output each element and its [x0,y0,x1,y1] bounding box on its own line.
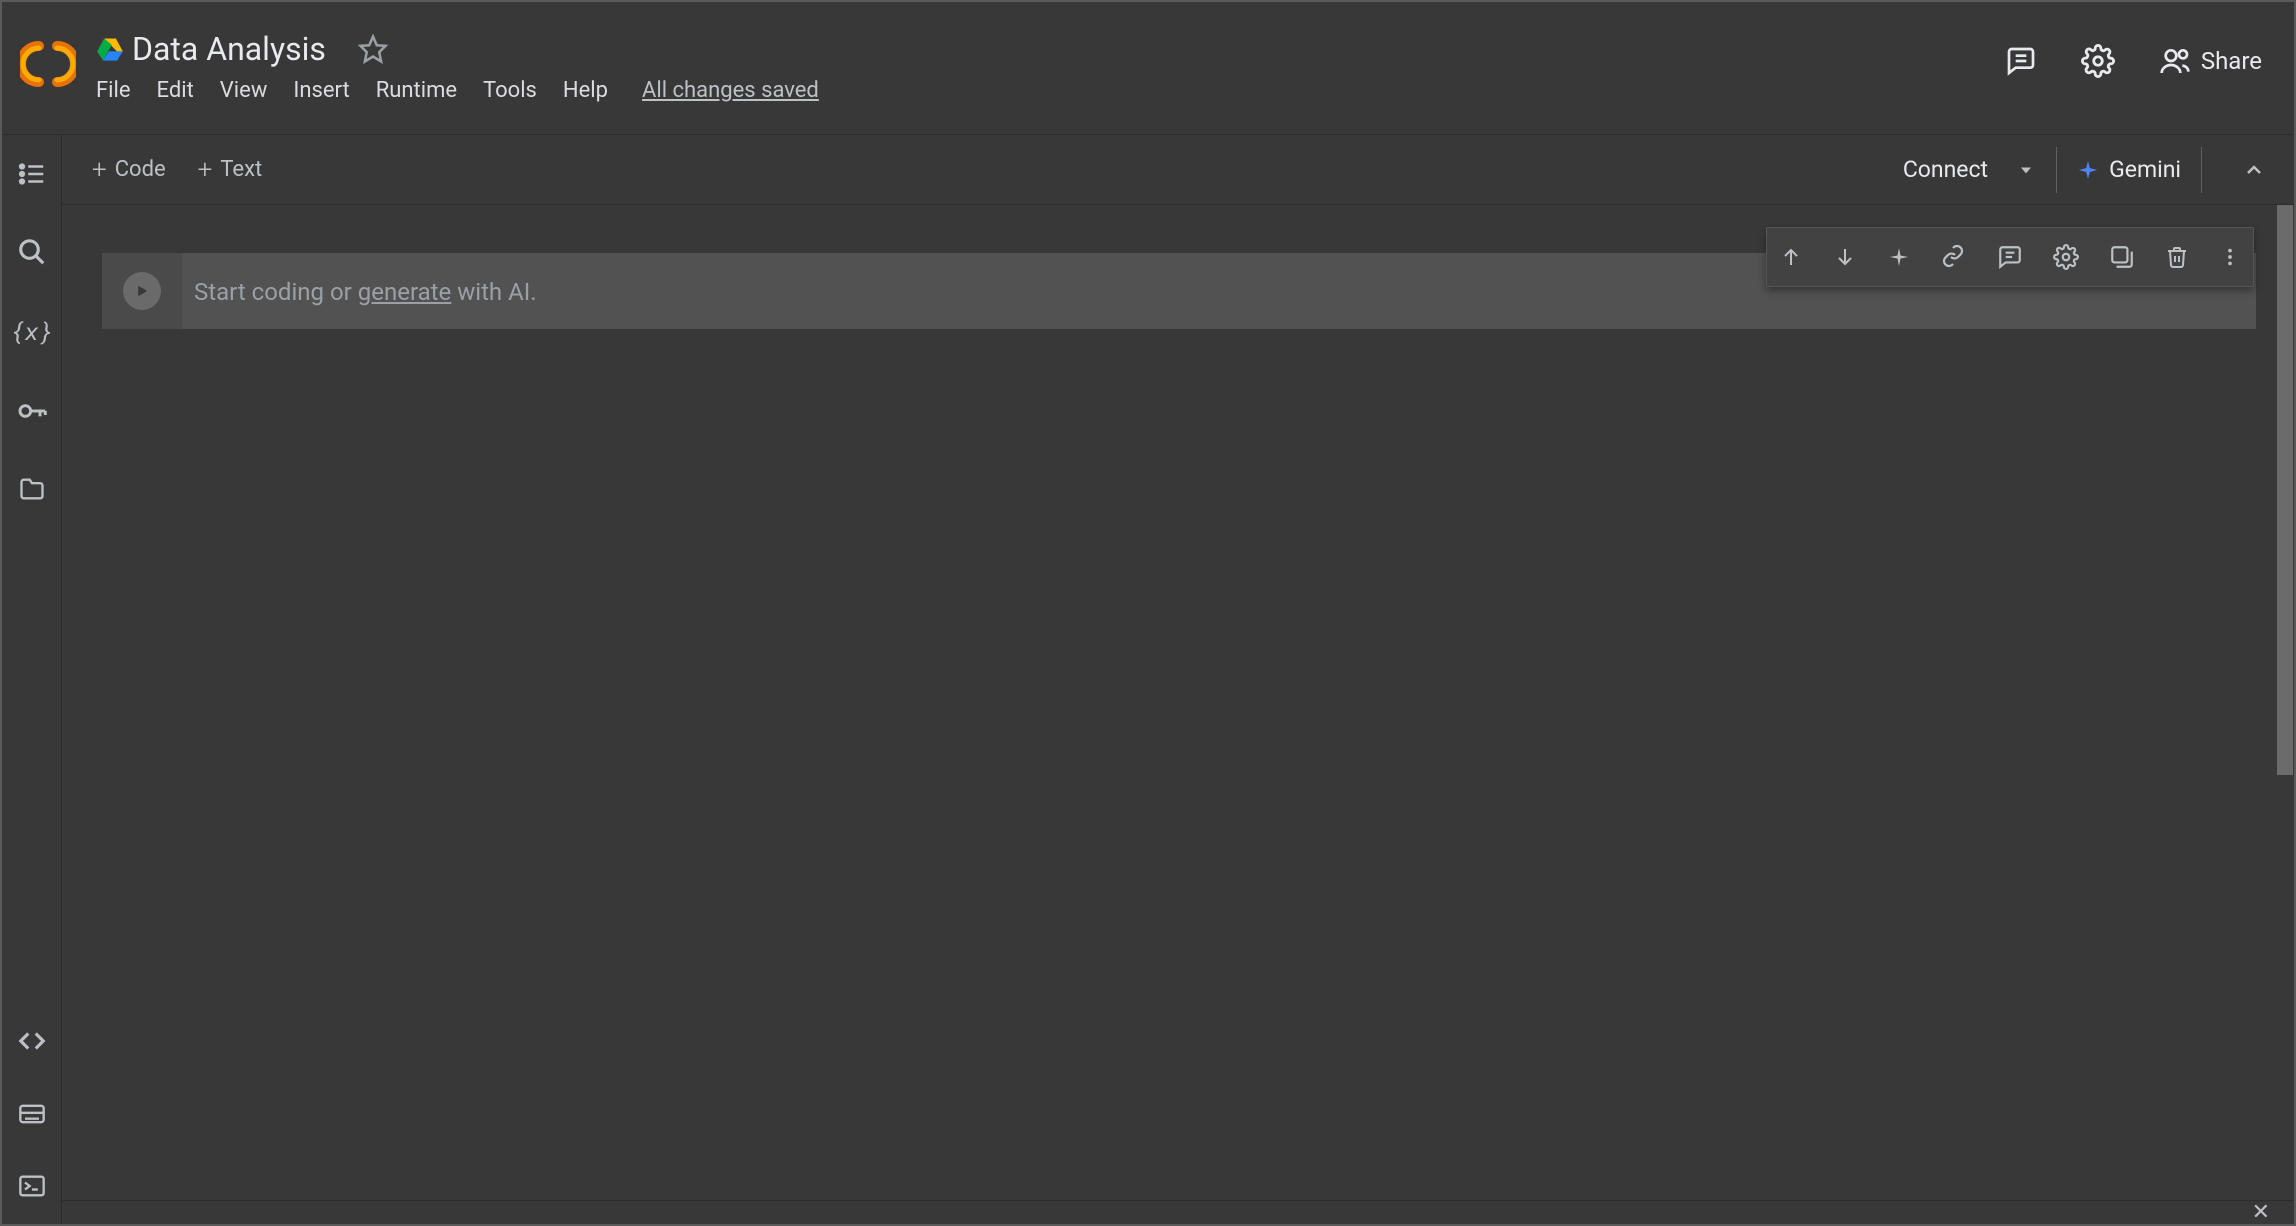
close-icon[interactable]: ✕ [2252,1200,2270,1225]
scrollbar-thumb[interactable] [2277,205,2293,775]
plus-icon: + [92,157,107,183]
document-title[interactable]: Data Analysis [132,30,326,68]
plus-icon: + [198,157,213,183]
divider [2056,147,2057,193]
add-code-button[interactable]: + Code [76,149,182,191]
settings-icon[interactable] [2081,44,2115,78]
share-button[interactable]: Share [2159,45,2262,77]
main-area: + Code + Text Connect [62,135,2294,1224]
app-header: Data Analysis File Edit View Insert Runt… [2,2,2294,134]
menu-help[interactable]: Help [563,78,608,103]
move-up-icon[interactable] [1779,245,1803,269]
divider [2201,147,2202,193]
add-text-label: Text [220,157,262,182]
move-down-icon[interactable] [1833,245,1857,269]
files-icon[interactable] [18,475,46,503]
chevron-down-icon [2016,160,2036,180]
menu-tools[interactable]: Tools [483,78,537,103]
placeholder-suffix: with AI. [451,278,536,306]
cell-settings-icon[interactable] [2053,244,2079,270]
vertical-scrollbar[interactable] [2276,205,2294,1200]
link-icon[interactable] [1941,244,1967,270]
code-snippets-icon[interactable] [17,1026,47,1056]
collapse-button[interactable] [2226,142,2282,198]
menu-runtime[interactable]: Runtime [376,78,457,103]
save-status[interactable]: All changes saved [642,78,819,103]
bottom-status-bar: ✕ [62,1200,2294,1224]
placeholder-link[interactable]: generate [358,278,451,306]
star-icon[interactable] [358,34,388,64]
share-label: Share [2201,47,2262,75]
connect-label: Connect [1903,156,1988,183]
run-cell-button[interactable] [102,253,182,329]
cell-toolbar [1766,227,2254,287]
menu-bar: File Edit View Insert Runtime Tools Help… [96,78,2005,103]
notebook-action-bar: + Code + Text Connect [62,135,2294,205]
menu-file[interactable]: File [96,78,131,103]
mirror-cell-icon[interactable] [2109,244,2135,270]
colab-logo-icon[interactable] [20,36,76,92]
sparkle-icon[interactable] [1887,245,1911,269]
sparkle-icon [2077,159,2099,181]
notebook-area[interactable]: Start coding or generate with AI. [62,205,2294,1200]
secrets-icon[interactable] [16,395,48,427]
comments-icon[interactable] [2005,45,2037,77]
add-text-button[interactable]: + Text [182,149,279,191]
connect-button[interactable]: Connect [1903,156,2036,183]
comment-icon[interactable] [1997,244,2023,270]
menu-view[interactable]: View [220,78,268,103]
search-icon[interactable] [17,237,47,267]
menu-edit[interactable]: Edit [157,78,194,103]
add-code-label: Code [115,157,166,182]
terminal-icon[interactable] [18,1172,46,1200]
toc-icon[interactable] [17,159,47,189]
left-sidebar: {x} [2,135,62,1224]
more-vert-icon[interactable] [2219,246,2241,268]
gemini-button[interactable]: Gemini [2077,156,2181,183]
placeholder-prefix: Start coding or [194,278,358,306]
command-palette-icon[interactable] [18,1100,46,1128]
delete-icon[interactable] [2165,245,2189,269]
drive-icon [96,35,124,63]
menu-insert[interactable]: Insert [293,78,349,103]
play-icon [133,282,151,300]
variables-icon[interactable]: {x} [10,315,52,347]
gemini-label: Gemini [2109,156,2181,183]
